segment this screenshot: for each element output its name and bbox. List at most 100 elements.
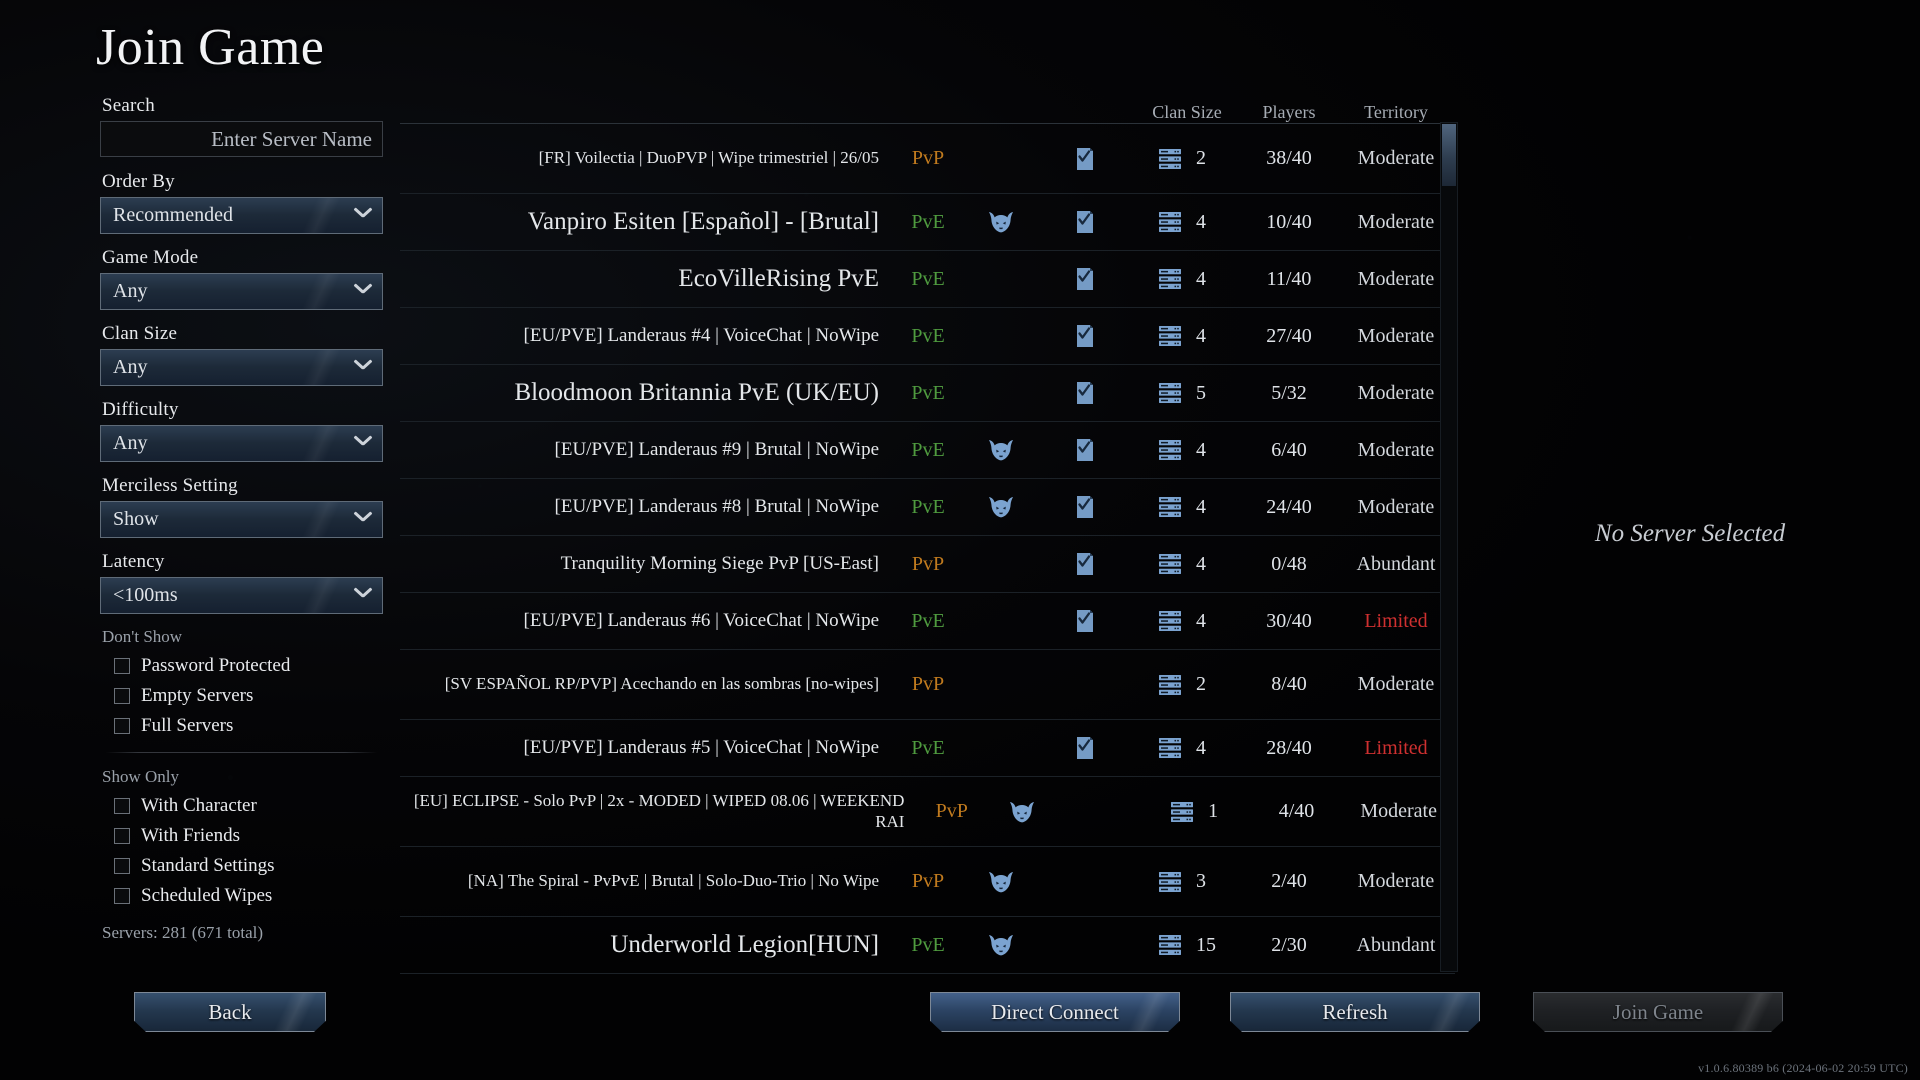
players-cell: 24/40: [1266, 495, 1312, 518]
checkbox-standard-settings[interactable]: Standard Settings: [100, 851, 383, 881]
table-row[interactable]: [NA] The Spiral - PvPvE | Brutal | Solo-…: [400, 847, 1455, 917]
difficulty-cell: [987, 801, 1056, 823]
checkbox-box[interactable]: [114, 888, 130, 904]
table-row[interactable]: [EU/PVE] Landeraus #9 | Brutal | NoWipe P…: [400, 422, 1455, 479]
clan-size-value: 1: [1208, 800, 1219, 822]
clan-size-value: 4: [1196, 438, 1206, 461]
column-header-players[interactable]: Players: [1241, 102, 1337, 123]
table-row[interactable]: [EU/PVE] Landeraus #8 | Brutal | NoWipe P…: [400, 479, 1455, 536]
territory-cell: Moderate: [1357, 147, 1435, 169]
dont-show-title: Don't Show: [102, 627, 183, 646]
select-game-mode[interactable]: Any: [100, 273, 383, 310]
players-cell: 5/32: [1271, 381, 1307, 404]
select-merciless-setting[interactable]: Show: [100, 501, 383, 538]
column-header-clan-size[interactable]: Clan Size: [1133, 102, 1241, 123]
server-name: [EU] ECLIPSE - Solo PvP | 2x - MODED | W…: [413, 791, 905, 831]
table-row[interactable]: EcoVilleRising PvE PvE 4 11/40 Moderate: [400, 251, 1455, 308]
table-row[interactable]: Bloodmoon Britannia PvE (UK/EU) PvE 5 5/32 M…: [400, 365, 1455, 422]
checkbox-label: Empty Servers: [141, 685, 254, 706]
players-cell: 6/40: [1271, 438, 1307, 461]
checkbox-with-friends[interactable]: With Friends: [100, 821, 383, 851]
checkbox-label: With Friends: [141, 825, 240, 846]
back-button[interactable]: Back: [134, 992, 326, 1032]
checkbox-with-character[interactable]: With Character: [100, 791, 383, 821]
territory-cell: Moderate: [1357, 324, 1435, 347]
server-name: [EU/PVE] Landeraus #6 | VoiceChat | NoWi…: [523, 609, 879, 631]
territory-cell: Moderate: [1357, 495, 1435, 518]
standard-settings-icon: [1074, 209, 1096, 235]
button-sheen: [1115, 992, 1180, 1032]
server-name-cell: EcoVilleRising PvE: [400, 264, 891, 294]
table-row[interactable]: [EU/PVE] Landeraus #5 | VoiceChat | NoWi…: [400, 720, 1455, 777]
clan-size-icon: [1158, 496, 1182, 518]
chevron-down-icon: [354, 438, 372, 449]
checkbox-scheduled-wipes[interactable]: Scheduled Wipes: [100, 881, 383, 911]
game-mode-cell: PvP: [911, 870, 945, 892]
clan-size-cell: 4: [1133, 610, 1241, 633]
server-name-cell: [EU] ECLIPSE - Solo PvP | 2x - MODED | W…: [400, 791, 916, 831]
direct-connect-button[interactable]: Direct Connect: [930, 992, 1180, 1032]
button-sheen: [1718, 992, 1783, 1032]
table-row[interactable]: [EU/PVE] Landeraus #4 | VoiceChat | NoWi…: [400, 308, 1455, 365]
territory-cell: Abundant: [1356, 933, 1436, 956]
clan-size-cell: 15: [1133, 934, 1241, 957]
scrollbar-thumb[interactable]: [1442, 124, 1456, 186]
server-name-cell: Vanpiro Esiten [Español] - [Brutal]: [400, 207, 891, 237]
table-row[interactable]: [EU/PVE] Landeraus #6 | VoiceChat | NoWi…: [400, 593, 1455, 650]
checkbox-label: Full Servers: [141, 715, 234, 736]
table-row[interactable]: Underworld Legion[HUN] PvE 15 2/30 Abundant: [400, 917, 1455, 974]
standard-settings-cell: [1037, 323, 1133, 349]
chevron-down-icon: [354, 590, 372, 601]
clan-size-value: 3: [1196, 870, 1206, 892]
table-row[interactable]: [SV ESPAÑOL RP/PVP] Acechando en las som…: [400, 650, 1455, 720]
checkbox-full-servers[interactable]: Full Servers: [100, 711, 383, 741]
column-header-territory[interactable]: Territory: [1337, 102, 1455, 123]
checkbox-box[interactable]: [114, 658, 130, 674]
clan-size-value: 4: [1196, 552, 1206, 575]
territory-cell: Moderate: [1357, 438, 1435, 461]
button-bar: Back Direct Connect Refresh Join Game: [0, 992, 1920, 1036]
checkbox-box[interactable]: [114, 828, 130, 844]
select-difficulty[interactable]: Any: [100, 425, 383, 462]
select-latency[interactable]: <100ms: [100, 577, 383, 614]
checkbox-empty-servers[interactable]: Empty Servers: [100, 681, 383, 711]
clan-size-icon: [1158, 553, 1182, 575]
refresh-button[interactable]: Refresh: [1230, 992, 1480, 1032]
standard-settings-icon: [1074, 735, 1096, 761]
clan-size-value: 4: [1196, 495, 1206, 518]
table-row[interactable]: Tranquility Morning Siege PvP [US-East] P…: [400, 536, 1455, 593]
join-game-button[interactable]: Join Game: [1533, 992, 1783, 1032]
checkbox-password-protected[interactable]: Password Protected: [100, 651, 383, 681]
filter-sidebar: Search Enter Server Name Order By Recomme…: [100, 95, 383, 943]
standard-settings-cell: [1037, 380, 1133, 406]
players-cell: 38/40: [1266, 147, 1312, 169]
standard-settings-icon: [1074, 437, 1096, 463]
checkbox-box[interactable]: [114, 688, 130, 704]
table-row[interactable]: [LATAM] |Squad| [Hybrid] [X2] ♦ WIPE 01/…: [400, 974, 1455, 976]
clan-size-value: 4: [1196, 210, 1206, 233]
server-name: [FR] Voilectia | DuoPVP | Wipe trimestri…: [538, 148, 879, 168]
game-mode-cell: PvE: [911, 495, 945, 518]
show-only-checkbox-group: With Character With Friends Standard Setti…: [100, 791, 383, 911]
checkbox-box[interactable]: [114, 798, 130, 814]
players-cell: 11/40: [1266, 267, 1312, 290]
territory-cell: Moderate: [1360, 800, 1437, 822]
clan-size-icon: [1170, 801, 1194, 823]
select-order-by[interactable]: Recommended: [100, 197, 383, 234]
select-label-game-mode: Game Mode: [102, 247, 199, 268]
checkbox-box[interactable]: [114, 718, 130, 734]
server-count-label: Servers: 281 (671 total): [102, 923, 263, 942]
select-clan-size[interactable]: Any: [100, 349, 383, 386]
server-list-scrollbar[interactable]: [1440, 122, 1458, 972]
search-input[interactable]: Enter Server Name: [100, 121, 383, 157]
clan-size-value: 4: [1196, 736, 1206, 759]
table-row[interactable]: [EU] ECLIPSE - Solo PvP | 2x - MODED | W…: [400, 777, 1455, 847]
standard-settings-cell: [1037, 209, 1133, 235]
table-row[interactable]: Vanpiro Esiten [Español] - [Brutal] PvE 4 1…: [400, 194, 1455, 251]
standard-settings-cell: [1037, 146, 1133, 172]
checkbox-box[interactable]: [114, 858, 130, 874]
standard-settings-icon: [1074, 608, 1096, 634]
difficulty-cell: [965, 439, 1037, 461]
game-mode-cell: PvE: [911, 736, 945, 759]
table-row[interactable]: [FR] Voilectia | DuoPVP | Wipe trimestri…: [400, 124, 1455, 194]
